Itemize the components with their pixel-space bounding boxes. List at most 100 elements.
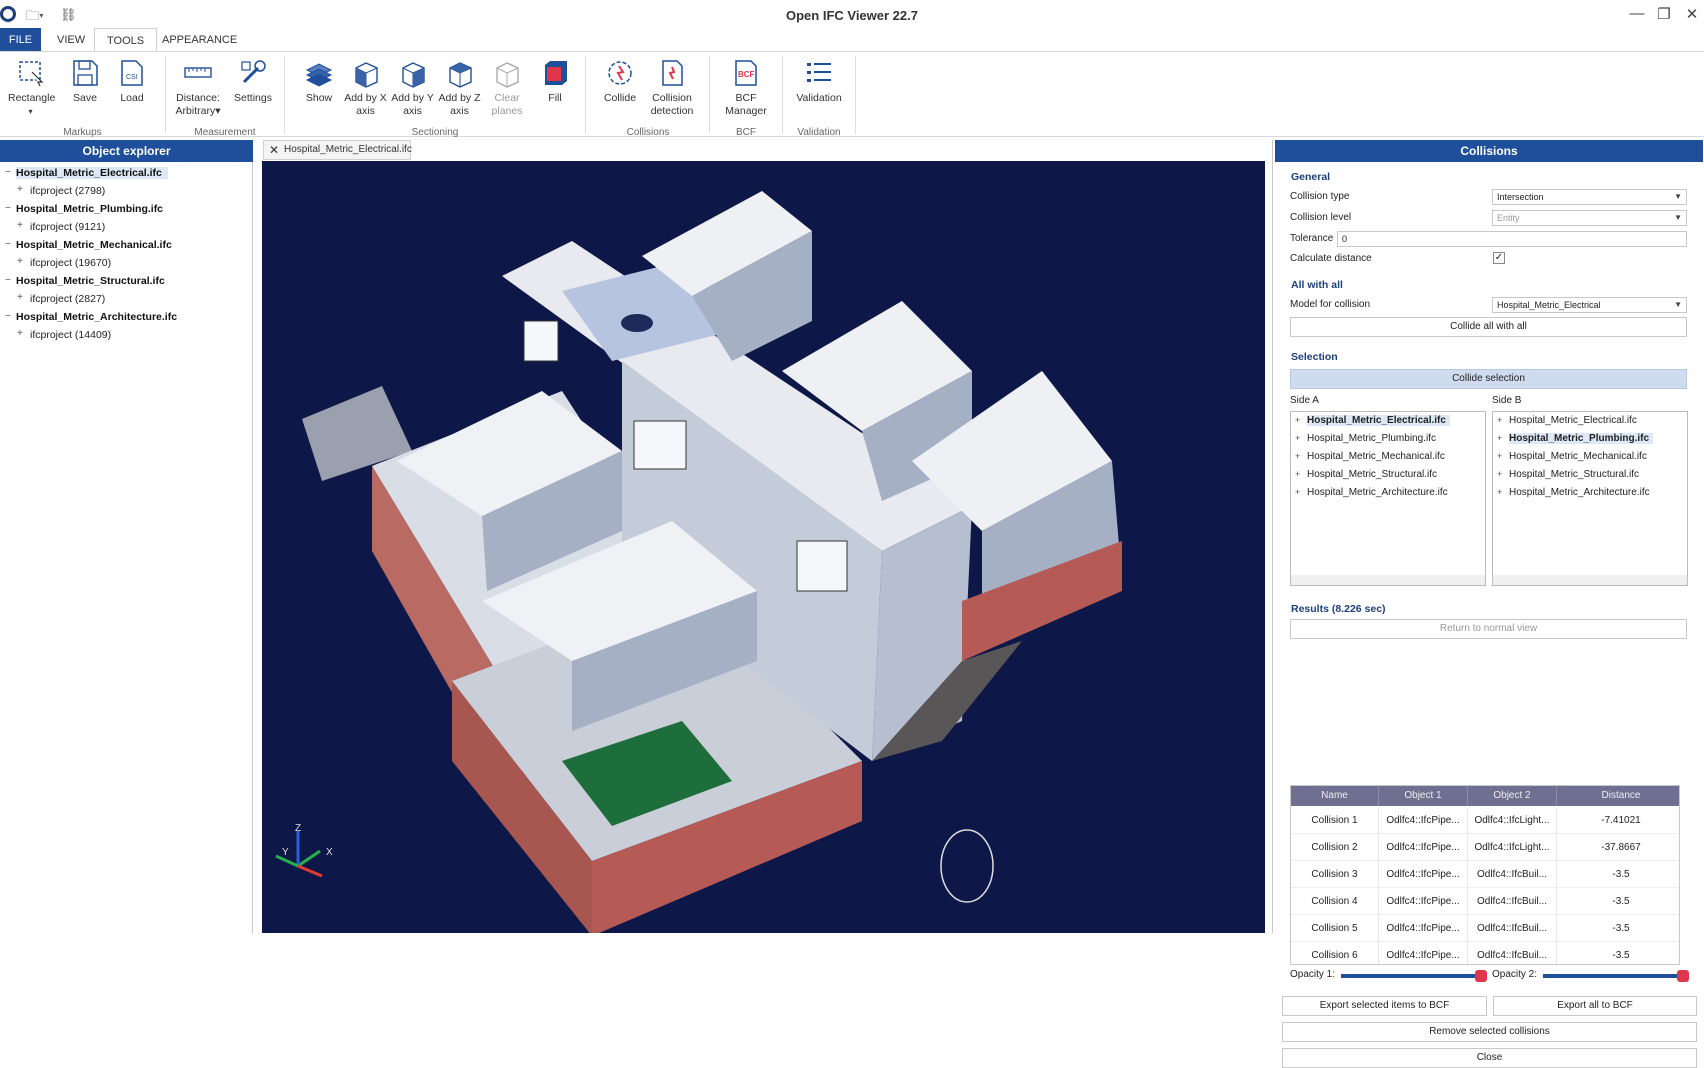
table-cell[interactable]: Collision 6 [1291, 943, 1379, 964]
table-cell[interactable]: Collision 2 [1291, 835, 1379, 861]
column-header[interactable]: Object 1 [1379, 786, 1468, 806]
close-button[interactable]: Close [1282, 1048, 1697, 1068]
table-cell[interactable]: Odlfc4::IfcPipe... [1379, 943, 1468, 964]
close-tab-icon[interactable]: ✕ [269, 141, 279, 159]
tolerance-input[interactable]: 0 [1337, 231, 1687, 247]
table-cell[interactable]: Odlfc4::IfcLight... [1468, 835, 1557, 861]
expand-icon[interactable]: + [1295, 451, 1300, 461]
3d-viewport[interactable]: Y Z X [262, 161, 1265, 933]
calculate-distance-checkbox[interactable]: ✓ [1493, 252, 1505, 264]
opacity-2-handle[interactable] [1677, 970, 1689, 982]
horizontal-scrollbar[interactable] [1493, 575, 1687, 585]
document-tab[interactable]: ✕ Hospital_Metric_Electrical.ifc [263, 140, 412, 160]
save-button[interactable]: Save [65, 58, 105, 105]
side-b-list[interactable]: + Hospital_Metric_Electrical.ifc + Hospita… [1492, 411, 1688, 586]
expand-icon[interactable]: + [17, 292, 23, 303]
tree-child-ifcproject[interactable]: ifcproject (19670) [30, 257, 111, 269]
export-selected-to-bcf-button[interactable]: Export selected items to BCF [1282, 996, 1487, 1016]
collapse-icon[interactable]: − [5, 203, 11, 214]
opacity-1-handle[interactable] [1475, 970, 1487, 982]
list-item[interactable]: Hospital_Metric_Mechanical.ifc [1509, 451, 1647, 462]
collapse-icon[interactable]: − [5, 275, 11, 286]
tree-child-ifcproject[interactable]: ifcproject (2827) [30, 293, 105, 305]
rectangle-button[interactable]: Rectangle ▾ [8, 58, 55, 118]
table-cell[interactable]: -3.5 [1557, 943, 1679, 964]
collide-selection-button[interactable]: Collide selection [1290, 369, 1687, 389]
expand-icon[interactable]: + [1295, 433, 1300, 443]
tab-appearance[interactable]: APPEARANCE [150, 28, 249, 52]
return-to-normal-view-button[interactable]: Return to normal view [1290, 619, 1687, 639]
tree-file-electrical[interactable]: Hospital_Metric_Electrical.ifc [16, 167, 168, 179]
table-cell[interactable]: Odlfc4::IfcPipe... [1379, 808, 1468, 834]
add-by-y-axis-button[interactable]: Add by Yaxis [390, 58, 435, 118]
table-cell[interactable]: -7.41021 [1557, 808, 1679, 834]
list-item[interactable]: Hospital_Metric_Architecture.ifc [1307, 487, 1448, 498]
collision-type-select[interactable]: Intersection ▼ [1492, 189, 1687, 205]
bcf-manager-button[interactable]: BCF BCF Manager [722, 58, 770, 118]
validation-button[interactable]: Validation [795, 58, 843, 105]
add-by-z-axis-button[interactable]: Add by Zaxis [437, 58, 482, 118]
collapse-icon[interactable]: − [5, 239, 11, 250]
table-cell[interactable]: Collision 5 [1291, 916, 1379, 942]
table-cell[interactable]: Odlfc4::IfcPipe... [1379, 862, 1468, 888]
expand-icon[interactable]: + [1295, 415, 1300, 425]
remove-selected-collisions-button[interactable]: Remove selected collisions [1282, 1022, 1697, 1042]
clear-planes-button[interactable]: Clear planes [487, 58, 527, 118]
list-item[interactable]: Hospital_Metric_Plumbing.ifc [1509, 433, 1654, 444]
tree-child-ifcproject[interactable]: ifcproject (14409) [30, 329, 111, 341]
tree-file-architecture[interactable]: Hospital_Metric_Architecture.ifc [16, 311, 177, 323]
model-for-collision-select[interactable]: Hospital_Metric_Electrical ▼ [1492, 297, 1687, 313]
collision-level-select[interactable]: Entity ▼ [1492, 210, 1687, 226]
expand-icon[interactable]: + [1295, 487, 1300, 497]
column-header[interactable]: Object 2 [1468, 786, 1557, 806]
expand-icon[interactable]: + [1497, 487, 1502, 497]
list-item[interactable]: Hospital_Metric_Mechanical.ifc [1307, 451, 1445, 462]
opacity-2-slider[interactable] [1543, 974, 1683, 978]
tree-child-ifcproject[interactable]: ifcproject (2798) [30, 185, 105, 197]
distance-button[interactable]: Distance: Arbitrary▾ [172, 58, 224, 118]
expand-icon[interactable]: + [1295, 469, 1300, 479]
tree-file-plumbing[interactable]: Hospital_Metric_Plumbing.ifc [16, 203, 163, 215]
load-button[interactable]: CSI Load [112, 58, 152, 105]
table-cell[interactable]: Odlfc4::IfcBuil... [1468, 862, 1557, 888]
list-item[interactable]: Hospital_Metric_Architecture.ifc [1509, 487, 1650, 498]
table-cell[interactable]: Collision 4 [1291, 889, 1379, 915]
table-cell[interactable]: -37.8667 [1557, 835, 1679, 861]
expand-icon[interactable]: + [17, 328, 23, 339]
expand-icon[interactable]: + [1497, 469, 1502, 479]
table-cell[interactable]: -3.5 [1557, 916, 1679, 942]
collapse-icon[interactable]: − [5, 311, 11, 322]
table-cell[interactable]: Odlfc4::IfcBuil... [1468, 889, 1557, 915]
expand-icon[interactable]: + [1497, 415, 1502, 425]
table-cell[interactable]: Odlfc4::IfcPipe... [1379, 889, 1468, 915]
column-header[interactable]: Name [1291, 786, 1379, 806]
table-cell[interactable]: Odlfc4::IfcLight... [1468, 808, 1557, 834]
horizontal-scrollbar[interactable] [1291, 575, 1485, 585]
expand-icon[interactable]: + [17, 256, 23, 267]
close-window-icon[interactable]: ✕ [1680, 5, 1704, 23]
tab-view[interactable]: VIEW [45, 28, 97, 52]
table-cell[interactable]: Collision 3 [1291, 862, 1379, 888]
collapse-icon[interactable]: − [5, 167, 11, 178]
tree-file-structural[interactable]: Hospital_Metric_Structural.ifc [16, 275, 165, 287]
list-item[interactable]: Hospital_Metric_Structural.ifc [1307, 469, 1437, 480]
table-cell[interactable]: Odlfc4::IfcPipe... [1379, 916, 1468, 942]
list-item[interactable]: Hospital_Metric_Electrical.ifc [1509, 415, 1637, 426]
table-cell[interactable]: -3.5 [1557, 862, 1679, 888]
expand-icon[interactable]: + [17, 220, 23, 231]
settings-button[interactable]: Settings [233, 58, 273, 105]
opacity-1-slider[interactable] [1341, 974, 1481, 978]
table-cell[interactable]: Odlfc4::IfcBuil... [1468, 916, 1557, 942]
side-a-list[interactable]: + Hospital_Metric_Electrical.ifc + Hospita… [1290, 411, 1486, 586]
tree-file-mechanical[interactable]: Hospital_Metric_Mechanical.ifc [16, 239, 172, 251]
fill-button[interactable]: Fill [539, 58, 571, 105]
show-sections-button[interactable]: Show [300, 58, 338, 105]
column-header[interactable]: Distance [1557, 786, 1679, 806]
table-cell[interactable]: -3.5 [1557, 889, 1679, 915]
list-item[interactable]: Hospital_Metric_Plumbing.ifc [1307, 433, 1436, 444]
table-cell[interactable]: Odlfc4::IfcPipe... [1379, 835, 1468, 861]
expand-icon[interactable]: + [1497, 433, 1502, 443]
collision-detection-button[interactable]: Collision detection [648, 58, 696, 118]
table-cell[interactable]: Odlfc4::IfcBuil... [1468, 943, 1557, 964]
tab-file[interactable]: FILE [0, 28, 41, 52]
